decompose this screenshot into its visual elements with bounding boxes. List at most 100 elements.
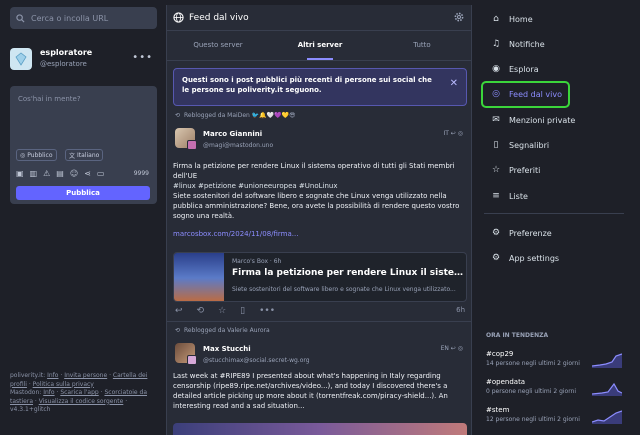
character-counter: 9999 [133, 170, 149, 177]
nav-preferences[interactable]: ⚙ Preferenze [486, 222, 626, 244]
nav-home[interactable]: ⌂ Home [486, 8, 626, 30]
nav-notifications[interactable]: ♫ Notifiche [486, 33, 626, 55]
card-title: Firma la petizione per rendere Linux il … [232, 268, 464, 278]
card-provider: Marco's Box · 6h [232, 258, 282, 265]
sparkline [592, 410, 622, 424]
divider [167, 321, 471, 322]
tab-this-server[interactable]: Questo server [167, 31, 269, 60]
avatar[interactable] [10, 48, 32, 70]
post-handle[interactable]: @stucchimax@social.secret-wg.org [203, 357, 310, 364]
feed-title: Feed dal vivo [189, 13, 249, 23]
footer-info2-link[interactable]: Info [43, 389, 54, 396]
share-icon[interactable]: ⋖ [84, 169, 91, 178]
trending-tag: #stem [486, 406, 510, 414]
search-placeholder: Cerca o incolla URL [31, 13, 109, 23]
post-author[interactable]: Marco Giannini [203, 130, 262, 138]
language-button[interactable]: 文 Italiano [65, 149, 104, 161]
footer-site-label: poliverity.it: [10, 372, 48, 379]
nav-private-mentions[interactable]: ✉ Menzioni private [486, 109, 626, 131]
warning-icon[interactable]: ⚠ [43, 169, 50, 178]
trending-item[interactable]: #opendata 0 persone negli ultimi 2 giorn… [486, 378, 626, 404]
nav-explore[interactable]: ◉ Esplora [486, 58, 626, 80]
search-input[interactable]: Cerca o incolla URL [10, 7, 157, 29]
more-button[interactable]: ••• [259, 306, 275, 316]
reblogged-by[interactable]: Reblogged da MaiDen 🐦🔔🤍💜💛😎 [184, 112, 295, 119]
nav-bookmarks[interactable]: ▯ Segnalibri [486, 134, 626, 156]
footer-privacy-link[interactable]: Politica sulla privacy [33, 381, 94, 388]
card-description: Siete sostenitori del software libero e … [232, 286, 456, 293]
language-tag: IT [443, 130, 449, 137]
footer-invite-link[interactable]: Invita persone [64, 372, 107, 379]
footer-version: v4.3.1+glitch [10, 406, 51, 413]
post-text-line: Siete sostenitori del software libero e … [173, 192, 460, 220]
close-icon[interactable]: ✕ [450, 79, 458, 89]
nav-label: Home [509, 14, 533, 24]
boost-button[interactable]: ⟲ [197, 306, 205, 316]
language-label: Italiano [77, 151, 100, 159]
visibility-button[interactable]: ◎ Pubblico [16, 149, 57, 161]
post-content: Last week at #RIPE89 I presented about w… [173, 371, 467, 411]
post-actions: ↩ ⟲ ☆ ▯ ••• 6h [175, 306, 465, 316]
active-item-highlight [481, 81, 570, 108]
post-text-line: Last week at #RIPE89 I presented about w… [173, 372, 448, 410]
globe-icon: ◎ [457, 345, 463, 352]
post-image[interactable] [173, 423, 467, 435]
post-handle[interactable]: @magi@mastodon.uno [203, 142, 273, 149]
poll-icon[interactable]: ▥ [30, 169, 38, 178]
post-content: Firma la petizione per rendere Linux il … [173, 161, 467, 239]
footer: poliverity.it: Info · Invita persone · C… [10, 372, 148, 413]
image-icon[interactable]: ▣ [16, 169, 24, 178]
post-time[interactable]: 6h [456, 306, 465, 316]
trending-item[interactable]: #stem 12 persone negli ultimi 2 giorni [486, 406, 626, 432]
compose-toolbar: ▣ ▥ ⚠ ▤ ☺ ⋖ ▭ [16, 169, 104, 178]
nav-favourites[interactable]: ☆ Preferiti [486, 159, 626, 181]
reblog-indicator: ⟲ Reblogged da MaiDen 🐦🔔🤍💜💛😎 [175, 112, 295, 119]
reblogged-by[interactable]: Reblogged da Valerie Aurora [184, 327, 270, 334]
visibility-label: Pubblico [27, 151, 53, 159]
footer-source-link[interactable]: Visualizza il codice sorgente [39, 398, 124, 405]
profile-menu-button[interactable]: ••• [132, 52, 153, 63]
tab-other-servers[interactable]: Altri server [269, 31, 371, 60]
post-meta: IT ↩ ◎ [443, 130, 463, 137]
post-hashtags[interactable]: #linux #petizione #unioneeuropea #UnoLin… [173, 181, 467, 191]
reblog-icon: ⟲ [175, 327, 181, 334]
diamond-icon [15, 52, 27, 66]
live-feed-column: Feed dal vivo Questo server Altri server… [166, 5, 472, 435]
list-icon: ≡ [492, 191, 500, 201]
mail-icon: ✉ [492, 115, 500, 125]
footer-app-link[interactable]: Scarica l'app [60, 389, 98, 396]
post-text-line: Firma la petizione per rendere Linux il … [173, 162, 455, 180]
profile-name[interactable]: esploratore [40, 48, 92, 57]
footer-info-link[interactable]: Info [47, 372, 58, 379]
link-preview-card[interactable]: Marco's Box · 6h Firma la petizione per … [173, 252, 467, 302]
favourite-button[interactable]: ☆ [218, 306, 226, 316]
post-link[interactable]: marcosbox.com/2024/11/08/firma... [173, 229, 467, 239]
home-icon: ⌂ [493, 14, 499, 24]
publish-button[interactable]: Pubblica [16, 186, 150, 200]
nav-label: Notifiche [509, 39, 545, 49]
notice-text: Questi sono i post pubblici più recenti … [182, 76, 432, 94]
thread-icon[interactable]: ▭ [97, 169, 105, 178]
footer-mastodon-label: Mastodon: [10, 389, 44, 396]
nav-label: Liste [509, 191, 528, 201]
compose-box[interactable]: Cos'hai in mente? ◎ Pubblico 文 Italiano … [10, 86, 157, 204]
tab-all[interactable]: Tutto [371, 31, 471, 60]
info-notice: Questi sono i post pubblici più recenti … [173, 68, 467, 106]
nav-app-settings[interactable]: ⚙ App settings [486, 247, 626, 269]
translate-icon: 文 [69, 152, 76, 160]
trending-heading: ORA IN TENDENZA [486, 332, 549, 339]
trending-item[interactable]: #cop29 14 persone negli ultimi 2 giorni [486, 350, 626, 376]
bookmark-button[interactable]: ▯ [240, 306, 245, 316]
reblog-indicator: ⟲ Reblogged da Valerie Aurora [175, 327, 270, 334]
document-icon[interactable]: ▤ [56, 169, 64, 178]
nav-lists[interactable]: ≡ Liste [486, 185, 626, 207]
settings-icon[interactable] [453, 11, 465, 23]
reply-button[interactable]: ↩ [175, 306, 183, 316]
emoji-icon[interactable]: ☺ [70, 169, 78, 178]
reblogger-avatar [187, 140, 197, 150]
trending-count: 14 persone negli ultimi 2 giorni [486, 360, 580, 367]
gear-icon: ⚙ [491, 228, 501, 238]
globe-icon [173, 12, 184, 23]
post-author[interactable]: Max Stucchi [203, 345, 251, 353]
trending-tag: #opendata [486, 378, 526, 386]
